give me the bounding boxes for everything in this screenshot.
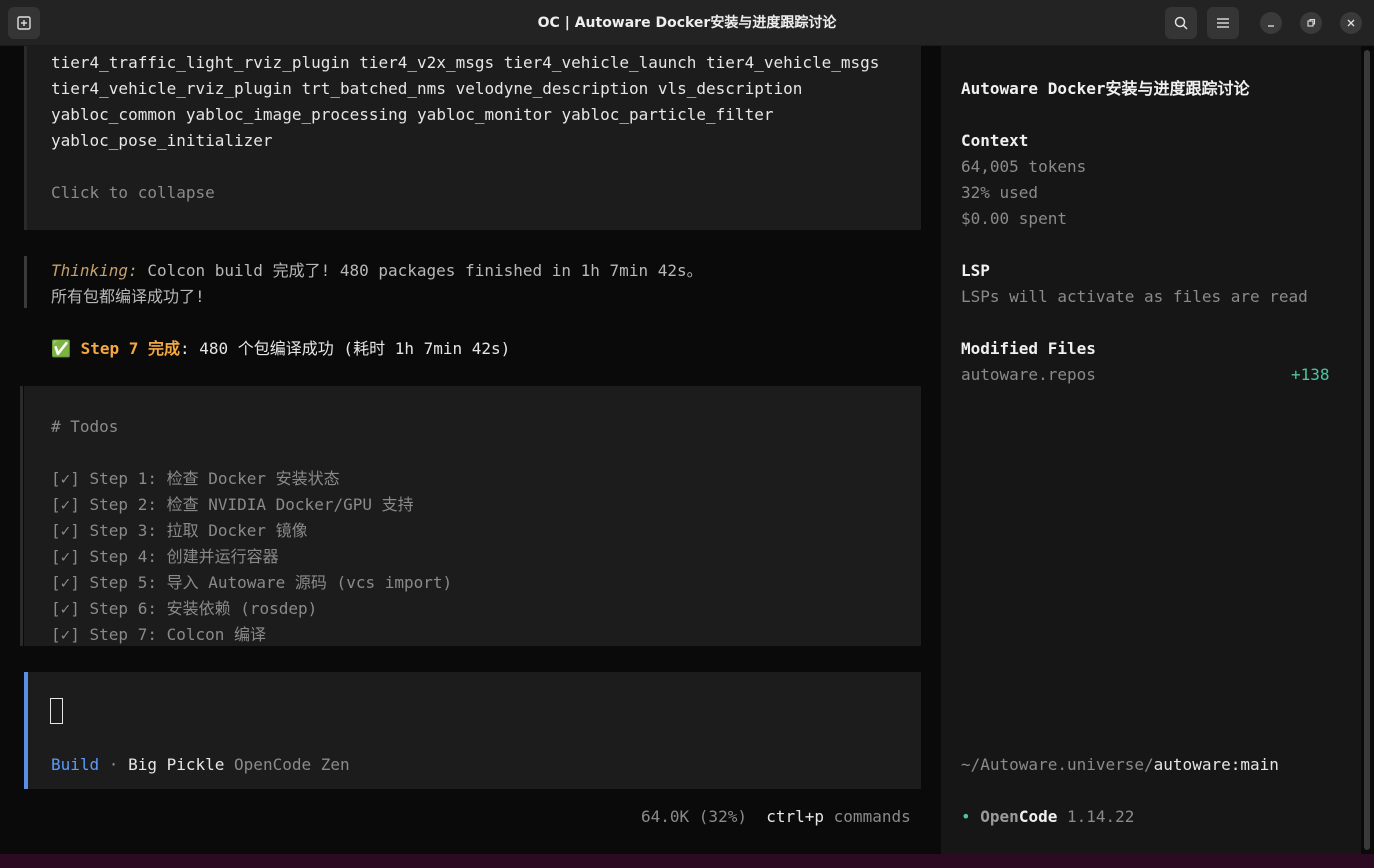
agent-mode-line: Build · Big Pickle OpenCode Zen — [51, 752, 350, 778]
tool-output-line: yabloc_pose_initializer — [51, 131, 273, 150]
mode-separator: · — [99, 755, 129, 774]
app-version: 1.14.22 — [1057, 807, 1135, 826]
context-header: Context — [961, 131, 1029, 150]
working-directory: ~/Autoware.universe/autoware:main — [961, 752, 1279, 778]
thinking-text: Colcon build 完成了! 480 packages finished … — [137, 261, 703, 280]
title-bar: OC | Autoware Docker安装与进度跟踪讨论 — [0, 0, 1374, 46]
minimize-icon — [1268, 25, 1274, 27]
desktop-strip — [0, 854, 1374, 868]
collapse-toggle[interactable]: Click to collapse — [51, 180, 215, 206]
status-line: 64.0K (32%) ctrl+p commands — [641, 804, 911, 830]
new-tab-icon — [17, 16, 31, 30]
lsp-text: LSPs will activate as files are read — [961, 287, 1308, 306]
context-spent: $0.00 spent — [961, 209, 1067, 228]
app-name-open: Open — [980, 807, 1019, 826]
step-rest: : 480 个包编译成功 (耗时 1h 7min 42s) — [180, 339, 511, 358]
check-emoji-icon: ✅ — [51, 339, 81, 358]
close-icon — [1347, 19, 1355, 27]
context-tokens: 64,005 tokens — [961, 157, 1087, 176]
todo-item: [✓] Step 4: 创建并运行容器 — [51, 547, 279, 566]
tool-output-line: tier4_vehicle_rviz_plugin trt_batched_nm… — [51, 79, 803, 98]
thinking-rule — [24, 256, 27, 308]
todo-item: [✓] Step 2: 检查 NVIDIA Docker/GPU 支持 — [51, 495, 414, 514]
app-name-code: Code — [1018, 807, 1058, 826]
app-version-line: • OpenCode 1.14.22 — [961, 804, 1134, 830]
new-tab-button[interactable] — [8, 7, 40, 39]
modified-file-diff: +138 — [1291, 365, 1330, 384]
agent-mode[interactable]: Build — [51, 755, 99, 774]
todo-item: [✓] Step 5: 导入 Autoware 源码 (vcs import) — [51, 573, 453, 592]
tool-output-line: tier4_traffic_light_rviz_plugin tier4_v2… — [51, 53, 880, 72]
todo-item: [✓] Step 6: 安装依赖 (rosdep) — [51, 599, 318, 618]
restore-icon — [1307, 18, 1316, 27]
tool-output-rule — [24, 46, 27, 230]
todo-item: [✓] Step 3: 拉取 Docker 镜像 — [51, 521, 308, 540]
shortcut-label: commands — [824, 807, 911, 826]
shortcut-key[interactable]: ctrl+p — [766, 807, 824, 826]
session-title: Autoware Docker安装与进度跟踪讨论 — [961, 79, 1250, 98]
token-usage: 64.0K (32%) — [641, 807, 747, 826]
context-used: 32% used — [961, 183, 1039, 202]
lsp-header: LSP — [961, 261, 990, 280]
model-name[interactable]: Big Pickle — [128, 755, 224, 774]
thinking-line: Thinking: Colcon build 完成了! 480 packages… — [51, 258, 703, 284]
modified-files-header: Modified Files — [961, 339, 1096, 358]
minimize-button[interactable] — [1260, 12, 1282, 34]
todo-item: [✓] Step 7: Colcon 编译 — [51, 625, 267, 644]
scrollbar[interactable] — [1364, 50, 1370, 850]
text-cursor — [50, 698, 63, 724]
maximize-button[interactable] — [1300, 12, 1322, 34]
hamburger-menu-icon — [1217, 18, 1229, 28]
thinking-text-2: 所有包都编译成功了! — [51, 287, 205, 306]
provider-name: OpenCode Zen — [224, 755, 350, 774]
step-result-line: ✅ Step 7 完成: 480 个包编译成功 (耗时 1h 7min 42s) — [51, 336, 510, 362]
status-dot-icon: • — [961, 807, 971, 826]
search-button[interactable] — [1165, 7, 1197, 39]
todos-header: # Todos — [51, 417, 119, 436]
tool-output-line: yabloc_common yabloc_image_processing ya… — [51, 105, 774, 124]
path-prefix: ~/Autoware.universe/ — [961, 755, 1154, 774]
modified-file[interactable]: autoware.repos — [961, 362, 1096, 388]
todos-rule — [20, 386, 23, 646]
close-button[interactable] — [1340, 12, 1362, 34]
todo-item: [✓] Step 1: 检查 Docker 安装状态 — [51, 469, 340, 488]
git-branch: autoware:main — [1153, 755, 1279, 774]
thinking-label: Thinking: — [51, 261, 138, 280]
menu-button[interactable] — [1207, 7, 1239, 39]
step-highlight: Step 7 完成 — [80, 339, 180, 358]
search-icon — [1174, 16, 1188, 30]
